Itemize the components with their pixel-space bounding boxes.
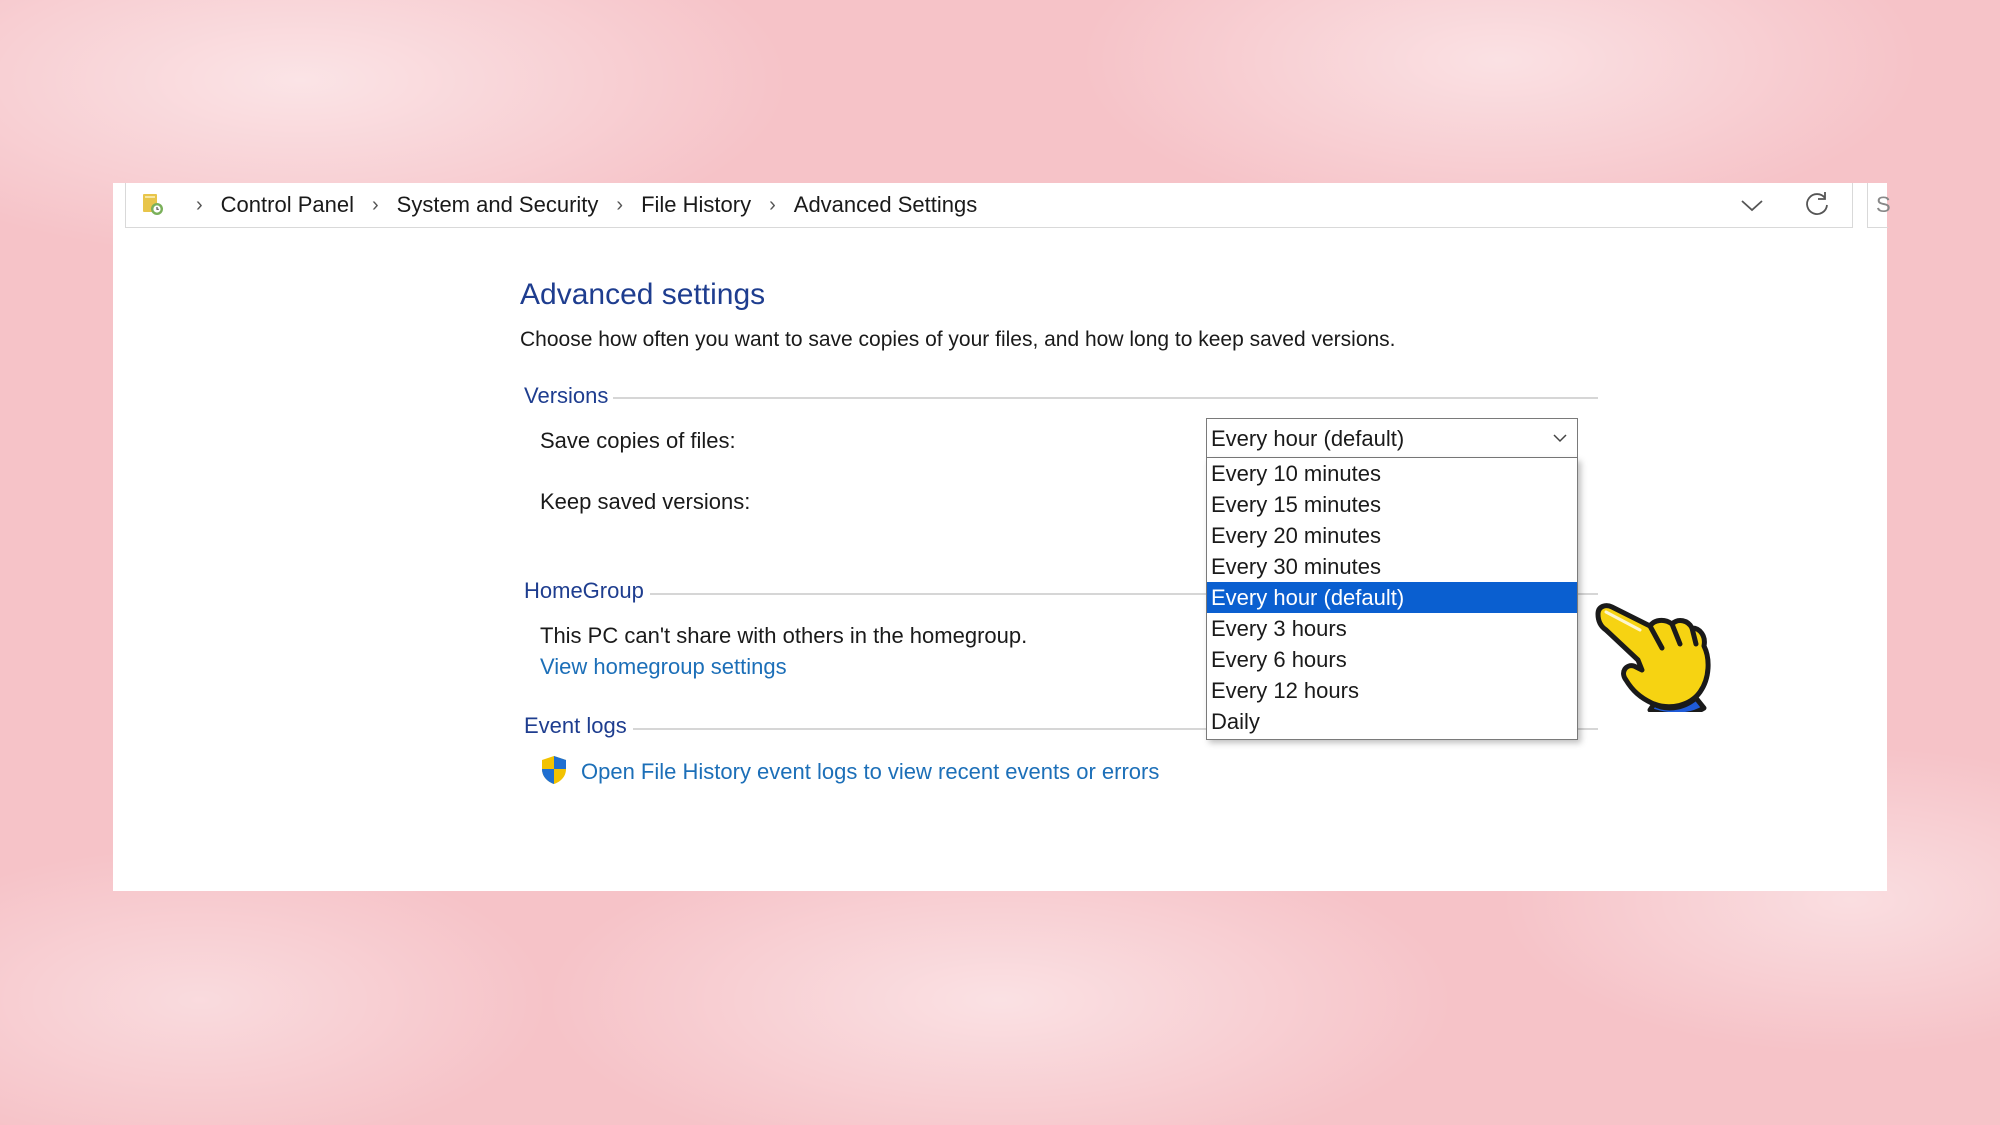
breadcrumb-separator: › <box>196 193 203 216</box>
option-every-3-hours[interactable]: Every 3 hours <box>1207 613 1577 644</box>
breadcrumb-file-history[interactable]: File History <box>641 192 751 218</box>
search-box-text: S <box>1876 192 1891 217</box>
breadcrumb-system-and-security[interactable]: System and Security <box>397 192 599 218</box>
chevron-down-icon[interactable] <box>1738 191 1766 219</box>
option-daily[interactable]: Daily <box>1207 706 1577 737</box>
pointing-hand-icon <box>1595 603 1711 712</box>
page-description: Choose how often you want to save copies… <box>520 328 1396 351</box>
chevron-down-icon <box>1553 434 1567 443</box>
option-every-6-hours[interactable]: Every 6 hours <box>1207 644 1577 675</box>
keep-versions-label: Keep saved versions: <box>540 489 751 514</box>
option-every-hour-default[interactable]: Every hour (default) <box>1207 582 1577 613</box>
homegroup-message: This PC can't share with others in the h… <box>540 623 1028 648</box>
breadcrumb: › Control Panel › System and Security › … <box>196 183 977 227</box>
save-copies-selected-value: Every hour (default) <box>1211 426 1405 451</box>
breadcrumb-control-panel[interactable]: Control Panel <box>221 192 354 218</box>
homegroup-heading: HomeGroup <box>524 578 644 603</box>
save-copies-label: Save copies of files: <box>540 428 736 453</box>
breadcrumb-separator: › <box>371 193 379 216</box>
versions-heading: Versions <box>524 383 609 408</box>
versions-divider <box>613 397 1598 399</box>
save-copies-dropdown[interactable]: Every hour (default) <box>1206 418 1578 458</box>
refresh-icon[interactable] <box>1802 189 1832 219</box>
option-every-10-minutes[interactable]: Every 10 minutes <box>1207 458 1577 489</box>
option-every-15-minutes[interactable]: Every 15 minutes <box>1207 489 1577 520</box>
open-event-logs-link[interactable]: Open File History event logs to view rec… <box>581 759 1159 785</box>
view-homegroup-settings-link[interactable]: View homegroup settings <box>540 654 787 680</box>
save-copies-options-list[interactable]: Every 10 minutes Every 15 minutes Every … <box>1206 458 1578 740</box>
uac-shield-icon <box>542 756 566 784</box>
breadcrumb-advanced-settings[interactable]: Advanced Settings <box>794 192 977 218</box>
breadcrumb-separator: › <box>769 193 776 216</box>
search-box[interactable]: S <box>1867 183 1891 228</box>
option-every-12-hours[interactable]: Every 12 hours <box>1207 675 1577 706</box>
breadcrumb-separator: › <box>616 193 624 216</box>
page-title: Advanced settings <box>520 278 766 311</box>
address-bar[interactable]: › Control Panel › System and Security › … <box>125 183 1853 228</box>
option-every-30-minutes[interactable]: Every 30 minutes <box>1207 551 1577 582</box>
option-every-20-minutes[interactable]: Every 20 minutes <box>1207 520 1577 551</box>
control-panel-window: › Control Panel › System and Security › … <box>113 183 1891 891</box>
event-logs-heading: Event logs <box>524 713 627 738</box>
file-history-icon <box>143 194 163 215</box>
